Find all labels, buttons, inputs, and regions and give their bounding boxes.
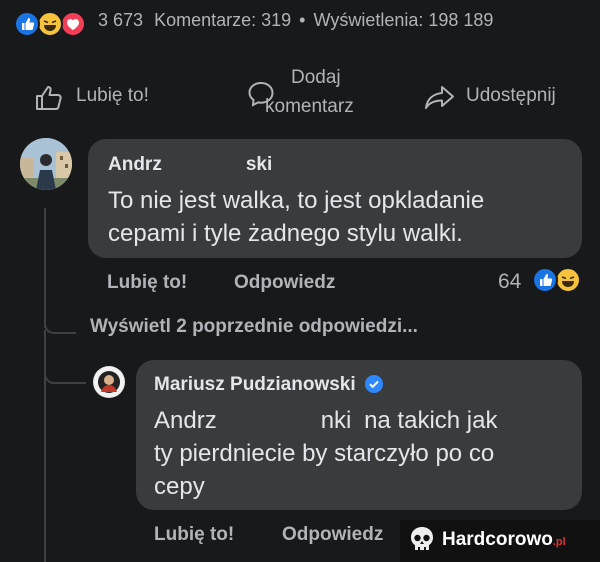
post-stats: 3 673 Komentarze: 319 • Wyświetlenia: 19… xyxy=(98,10,493,31)
thread-line-branch-reply xyxy=(44,370,86,384)
comment-author[interactable]: Andrz ski xyxy=(108,154,272,176)
comment-haha-reaction-icon xyxy=(555,267,581,293)
thread-line-lower xyxy=(44,330,46,562)
reply-text: Andrz nki na takich jak ty pierdniecie by… xyxy=(154,407,498,500)
reply-bubble: Mariusz Pudzianowski Andrz nki na takich … xyxy=(136,360,582,510)
like-button[interactable]: Lubię to! xyxy=(28,70,208,120)
thread-line-branch xyxy=(44,320,76,334)
thread-line xyxy=(44,208,46,328)
share-button[interactable]: Udostępnij xyxy=(420,70,590,120)
comment-reply-link[interactable]: Odpowiedz xyxy=(234,272,335,294)
comment-like-link[interactable]: Lubię to! xyxy=(107,272,187,294)
like-reaction-icon xyxy=(14,11,40,37)
views-count: Wyświetlenia: 198 189 xyxy=(313,10,494,30)
reply-mention[interactable]: Andrz nki xyxy=(154,407,351,434)
comment-text: To nie jest walka, to jest opkladanie ce… xyxy=(108,187,485,247)
thumbs-up-icon xyxy=(34,84,64,118)
comment-label-line1: Dodaj xyxy=(291,67,341,88)
like-button-label: Lubię to! xyxy=(76,85,149,106)
comment-bubble: Andrz ski To nie jest walka, to jest opkl… xyxy=(88,139,582,258)
verified-badge-icon xyxy=(364,375,383,399)
commenter-avatar[interactable] xyxy=(20,138,72,190)
comments-count[interactable]: Komentarze: 319 xyxy=(154,10,291,30)
share-button-label: Udostępnij xyxy=(466,85,556,106)
reply-author[interactable]: Mariusz Pudzianowski xyxy=(154,374,383,399)
comment-reaction-count[interactable]: 64 xyxy=(498,270,521,294)
share-arrow-icon xyxy=(424,83,456,117)
comment-like-reaction-icon xyxy=(532,267,558,293)
add-comment-button[interactable]: Dodaj komentarz xyxy=(245,62,395,124)
stats-separator: • xyxy=(299,10,306,30)
skull-icon xyxy=(406,524,438,561)
watermark-brand: Hardcorowo.pl xyxy=(442,529,566,550)
comment-label-line2: komentarz xyxy=(265,96,354,117)
watermark: Hardcorowo.pl xyxy=(400,520,600,562)
haha-reaction-icon xyxy=(37,11,63,37)
love-reaction-icon xyxy=(60,11,86,37)
reply-like-link[interactable]: Lubię to! xyxy=(154,524,234,546)
reply-author-avatar[interactable] xyxy=(93,366,125,398)
reaction-count[interactable]: 3 673 xyxy=(98,10,143,30)
reply-reply-link[interactable]: Odpowiedz xyxy=(282,524,383,546)
view-previous-replies-link[interactable]: Wyświetl 2 poprzednie odpowiedzi... xyxy=(90,316,418,338)
